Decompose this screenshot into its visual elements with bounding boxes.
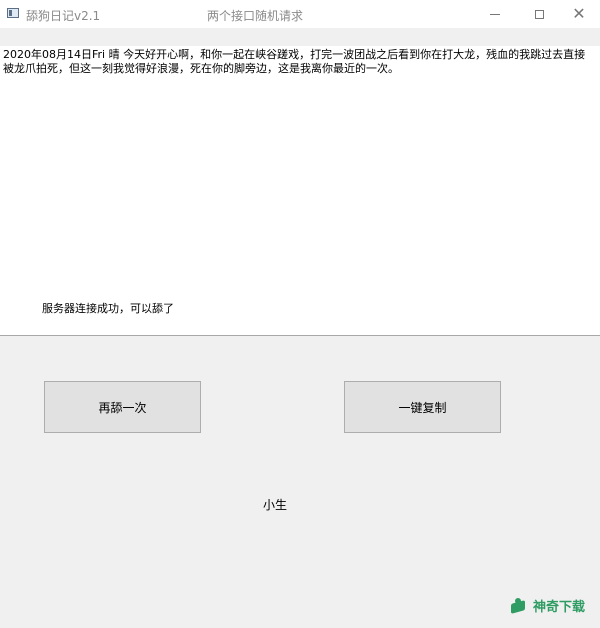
diary-textarea[interactable]: 2020年08月14日Fri 晴 今天好开心啊，和你一起在峡谷蹉戏，打完一波团战…: [0, 46, 600, 336]
close-button[interactable]: ✕: [556, 0, 600, 28]
window-caption: 两个接口随机请求: [207, 9, 304, 23]
maximize-icon: [534, 9, 544, 19]
watermark-text: 神奇下载: [533, 600, 586, 615]
author-label: 小生: [263, 498, 288, 512]
status-text: 服务器连接成功，可以舔了: [42, 302, 174, 315]
watermark-logo-icon: [509, 597, 527, 615]
diary-text[interactable]: 2020年08月14日Fri 晴 今天好开心啊，和你一起在峡谷蹉戏，打完一波团战…: [3, 48, 595, 76]
minimize-icon: [490, 13, 500, 15]
title-bar: 舔狗日记v2.1 两个接口随机请求 ✕: [0, 0, 600, 28]
minimize-button[interactable]: [472, 0, 518, 28]
app-title: 舔狗日记v2.1: [26, 9, 101, 23]
toolbar-strip: [0, 28, 600, 47]
retry-button[interactable]: 再舔一次: [44, 381, 201, 433]
close-icon: ✕: [572, 4, 586, 23]
watermark: 神奇下载: [509, 596, 585, 615]
copy-button[interactable]: 一键复制: [344, 381, 501, 433]
app-icon: [7, 8, 19, 18]
